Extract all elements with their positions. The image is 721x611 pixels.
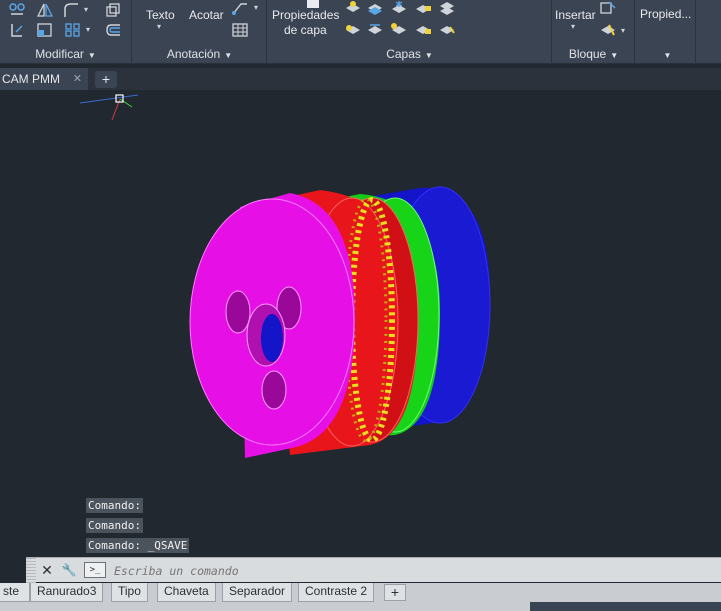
layer-unlock-icon[interactable] bbox=[414, 21, 432, 37]
leader-icon[interactable] bbox=[231, 0, 249, 16]
status-bar bbox=[530, 602, 721, 611]
block-edit-icon[interactable] bbox=[599, 22, 617, 38]
layer-on-icon[interactable] bbox=[344, 21, 362, 37]
array-icon[interactable] bbox=[64, 22, 82, 38]
layer-properties-button-line2[interactable]: de capa bbox=[284, 23, 327, 38]
layout-tab[interactable]: Ranurado3 bbox=[30, 583, 104, 602]
insertar-dropdown-caret[interactable]: ▾ bbox=[571, 22, 575, 31]
panel-title-modificar[interactable]: Modificar ▼ bbox=[0, 46, 131, 62]
layer-freeze-icon[interactable] bbox=[390, 0, 408, 16]
bolt-hole-3 bbox=[261, 370, 287, 410]
layer-off-icon[interactable] bbox=[344, 0, 362, 16]
panel-modificar: ▾ ▾ Modificar ▼ bbox=[0, 0, 132, 64]
offset-icon[interactable] bbox=[104, 22, 122, 38]
document-tabs: CAM PMM ✕ + bbox=[0, 68, 721, 90]
layer-match-icon[interactable] bbox=[438, 0, 456, 16]
command-line: ✕ 🔧 >_ bbox=[26, 557, 721, 583]
close-tab-icon[interactable]: ✕ bbox=[73, 68, 82, 90]
array-dropdown-caret[interactable]: ▾ bbox=[86, 25, 90, 34]
panel-title-bloque[interactable]: Bloque ▼ bbox=[553, 46, 634, 62]
ucs-icon bbox=[79, 94, 139, 121]
panel-title-propiedades[interactable]: ▼ bbox=[636, 46, 695, 62]
layout-tab[interactable]: Tipo bbox=[111, 583, 148, 602]
fillet-icon[interactable] bbox=[62, 2, 80, 18]
close-command-line-icon[interactable]: ✕ bbox=[38, 561, 56, 579]
layer-thaw-icon[interactable] bbox=[390, 21, 408, 37]
drawing-viewport[interactable]: Comando: Comando: Comando: _QSAVE bbox=[0, 90, 721, 557]
array-3d-icon[interactable] bbox=[104, 2, 122, 18]
leader-dropdown-caret[interactable]: ▾ bbox=[254, 3, 258, 12]
layer-unisolate-icon[interactable] bbox=[366, 21, 384, 37]
model-canvas[interactable] bbox=[0, 90, 721, 557]
tab-cam-pmm[interactable]: CAM PMM ✕ bbox=[0, 68, 88, 90]
layout-tab[interactable]: Contraste 2 bbox=[298, 583, 375, 602]
command-history-line: Comando: _QSAVE bbox=[86, 538, 190, 553]
texto-dropdown-caret[interactable]: ▾ bbox=[157, 22, 161, 31]
block-edit-dropdown-caret[interactable]: ▾ bbox=[621, 26, 625, 35]
panel-capas: Propiedades de capa Capas ▼ bbox=[268, 0, 552, 64]
customize-wrench-icon[interactable]: 🔧 bbox=[60, 561, 78, 579]
move-icon[interactable] bbox=[8, 2, 26, 18]
bolt-hole-1 bbox=[225, 290, 251, 334]
layer-walk-icon[interactable] bbox=[438, 21, 456, 37]
propiedades-button[interactable]: Propied... bbox=[640, 7, 691, 22]
add-layout-button[interactable]: + bbox=[384, 584, 406, 601]
center-bore-shaft bbox=[261, 314, 283, 362]
block-create-icon[interactable] bbox=[599, 0, 617, 16]
table-icon[interactable] bbox=[231, 22, 249, 38]
panel-propiedades: Propied... ▼ bbox=[636, 0, 696, 64]
layer-properties-button-line1[interactable]: Propiedades bbox=[272, 8, 339, 23]
tab-label: CAM PMM bbox=[2, 72, 60, 86]
insertar-button[interactable]: Insertar bbox=[555, 8, 596, 23]
layer-isolate-icon[interactable] bbox=[366, 0, 384, 16]
acotar-button[interactable]: Acotar bbox=[189, 8, 224, 23]
recent-commands-icon[interactable]: >_ bbox=[84, 562, 106, 578]
panel-anotacion: Texto ▾ Acotar ▾ Anotación ▼ bbox=[133, 0, 267, 64]
ribbon: ▾ ▾ Modificar ▼ Texto ▾ Acotar ▾ Anotació… bbox=[0, 0, 721, 64]
mirror-icon[interactable] bbox=[36, 2, 54, 18]
command-line-grip[interactable] bbox=[26, 558, 36, 583]
command-history-line: Comando: bbox=[86, 498, 143, 513]
stretch-icon[interactable] bbox=[8, 22, 26, 38]
command-history-line: Comando: bbox=[86, 518, 143, 533]
new-tab-button[interactable]: + bbox=[95, 71, 117, 88]
panel-title-anotacion[interactable]: Anotación ▼ bbox=[133, 46, 266, 62]
scale-icon[interactable] bbox=[36, 22, 54, 38]
command-input[interactable] bbox=[114, 561, 704, 580]
fillet-dropdown-caret[interactable]: ▾ bbox=[84, 5, 88, 14]
layout-tab[interactable]: Separador bbox=[222, 583, 293, 602]
texto-button[interactable]: Texto bbox=[146, 8, 175, 23]
panel-overflow[interactable] bbox=[697, 0, 721, 64]
layout-tab[interactable]: Chaveta bbox=[157, 583, 216, 602]
magenta-disc[interactable] bbox=[189, 193, 355, 458]
layout-tab[interactable]: ste bbox=[0, 583, 30, 602]
layer-lock-icon[interactable] bbox=[414, 0, 432, 16]
panel-bloque: Insertar ▾ ▾ Bloque ▼ bbox=[553, 0, 635, 64]
panel-title-capas[interactable]: Capas ▼ bbox=[268, 46, 551, 62]
